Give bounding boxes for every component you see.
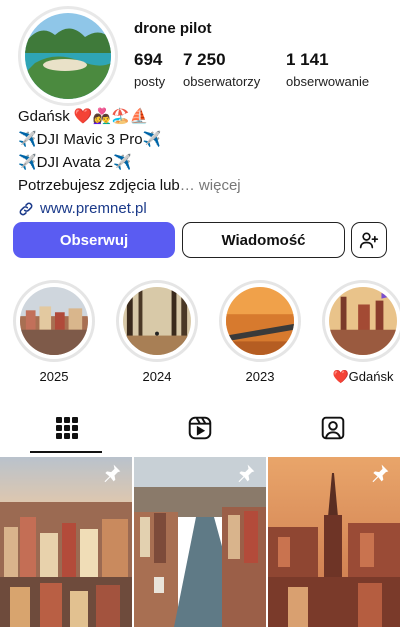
highlight-label: 2023 [245, 369, 275, 384]
posts-grid [0, 457, 400, 627]
highlight-ring[interactable] [219, 280, 301, 362]
bio-line-1: Gdańsk ❤️👩‍❤️‍👨🏖️⛵ [18, 108, 149, 125]
tagged-icon [321, 416, 344, 439]
post-tile[interactable] [268, 457, 400, 627]
link-text[interactable]: www.premnet.pl [40, 197, 147, 220]
profile-tabs [0, 400, 400, 455]
grid-icon [55, 416, 78, 439]
post-tile[interactable] [134, 457, 266, 627]
highlight-2024[interactable]: 2024 [116, 280, 198, 384]
bio-line-4: Potrzebujesz zdjęcia lub… więcej [18, 174, 241, 197]
highlight-2023[interactable]: 2023 [219, 280, 301, 384]
bio-text: Potrzebujesz zdjęcia lub [18, 177, 180, 194]
posts-count: 694 [134, 50, 163, 69]
more-link[interactable]: … więcej [180, 177, 241, 194]
username: drone pilot [134, 20, 212, 37]
tab-reels[interactable] [133, 400, 266, 455]
pin-icon [238, 464, 255, 483]
bio-line-3: ✈️DJI Avata 2✈️ [18, 154, 132, 171]
highlight-label: ❤️Gdańsk [332, 369, 394, 384]
pin-icon [372, 464, 389, 483]
posts-label: posty [134, 74, 166, 89]
message-button[interactable]: Wiadomość [182, 222, 345, 258]
add-user-icon [359, 232, 379, 249]
following-label: obserwowanie [286, 74, 370, 89]
add-user-button[interactable] [351, 222, 387, 258]
highlight-cover [20, 287, 88, 355]
bio-link[interactable]: www.premnet.pl [18, 197, 241, 220]
post-tile[interactable] [0, 457, 132, 627]
highlight-cover [329, 287, 397, 355]
follow-button[interactable]: Obserwuj [13, 222, 175, 258]
bio-line-2: ✈️DJI Mavic 3 Pro✈️ [18, 131, 162, 148]
highlight-label: 2025 [39, 369, 69, 384]
following-count: 1 141 [286, 50, 329, 69]
highlight-ring[interactable] [116, 280, 198, 362]
bio: Gdańsk ❤️👩‍❤️‍👨🏖️⛵ ✈️DJI Mavic 3 Pro✈️ ✈… [18, 105, 241, 220]
link-icon [19, 202, 33, 215]
highlight-cover [226, 287, 294, 355]
tab-posts[interactable] [0, 400, 133, 455]
stat-posts[interactable]: 694 posty [134, 50, 165, 89]
active-tab-indicator [30, 451, 102, 453]
profile-avatar-ring[interactable] [18, 6, 118, 106]
reels-icon [188, 416, 211, 439]
avatar[interactable] [25, 13, 111, 99]
pin-icon [104, 464, 121, 483]
highlight-label: 2024 [142, 369, 172, 384]
highlight-cover [123, 287, 191, 355]
highlight-ring[interactable] [13, 280, 95, 362]
stat-followers[interactable]: 7 250 obserwatorzy [183, 50, 260, 89]
followers-label: obserwatorzy [183, 74, 261, 89]
highlight-ring[interactable] [322, 280, 400, 362]
highlight-gdansk[interactable]: ❤️Gdańsk [322, 280, 400, 385]
tab-tagged[interactable] [266, 400, 399, 455]
followers-count: 7 250 [183, 50, 226, 69]
highlight-2025[interactable]: 2025 [13, 280, 95, 384]
stat-following[interactable]: 1 141 obserwowanie [286, 50, 369, 89]
